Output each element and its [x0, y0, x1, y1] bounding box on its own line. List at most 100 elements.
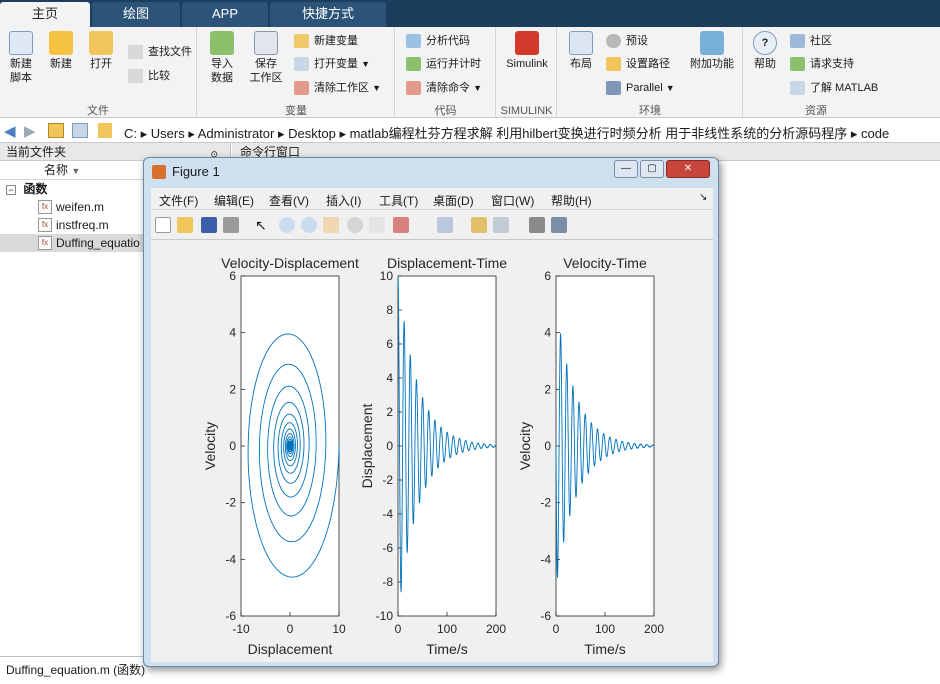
parallel-label: Parallel	[626, 82, 663, 94]
find-files-button[interactable]: 查找文件	[128, 43, 192, 61]
zoom-out-icon[interactable]	[301, 217, 317, 233]
menu-file[interactable]: 文件(F)	[159, 192, 198, 209]
breadcrumb-users[interactable]: Users	[151, 126, 185, 141]
breadcrumb[interactable]: C: ▸ Users ▸ Administrator ▸ Desktop ▸ m…	[124, 123, 889, 142]
analyze-code-button[interactable]: 分析代码	[406, 32, 470, 50]
breadcrumb-code[interactable]: code	[861, 126, 889, 141]
menu-edit[interactable]: 编辑(E)	[214, 192, 254, 209]
y-tick-label: -2	[225, 496, 236, 510]
pointer-icon[interactable]: ↖	[255, 217, 271, 233]
x-tick-label: 0	[553, 622, 560, 636]
menu-desktop[interactable]: 桌面(D)	[433, 192, 474, 209]
run-and-time-button[interactable]: 运行并计时	[406, 55, 481, 73]
preferences-button[interactable]: 预设	[606, 32, 648, 50]
x-tick-label: 100	[437, 622, 457, 636]
x-tick-label: 100	[595, 622, 615, 636]
menu-insert[interactable]: 插入(I)	[326, 192, 361, 209]
minimize-icon[interactable]: —	[614, 160, 638, 178]
layout-button[interactable]: 布局	[564, 31, 598, 71]
new-script-icon	[9, 31, 33, 55]
learn-matlab-button[interactable]: 了解 MATLAB	[790, 79, 878, 97]
function-file-icon: fx	[38, 218, 52, 232]
new-figure-icon[interactable]	[155, 217, 171, 233]
parallel-button[interactable]: Parallel ▼	[606, 79, 675, 97]
y-tick-label: 6	[544, 269, 551, 283]
tab-plots[interactable]: 绘图	[92, 2, 180, 27]
dock-arrow-icon[interactable]: ↘	[699, 192, 707, 203]
breadcrumb-drive[interactable]: C:	[124, 126, 137, 141]
maximize-icon[interactable]: ▢	[640, 160, 664, 178]
set-path-button[interactable]: 设置路径	[606, 55, 670, 73]
new-script-button[interactable]: 新建 脚本	[4, 31, 38, 85]
run-and-time-label: 运行并计时	[426, 58, 481, 70]
breadcrumb-separator-icon: ▸	[850, 126, 861, 141]
new-variable-button[interactable]: 新建变量	[294, 32, 358, 50]
resources-group: ? 帮助 社区 请求支持 了解 MATLAB 资源	[744, 27, 888, 118]
variable-group: 导入 数据 保存 工作区 新建变量 打开变量 ▼ 清除工作区 ▼ 变量	[198, 27, 395, 118]
forward-arrow-icon[interactable]: ▶	[24, 122, 36, 140]
import-data-button[interactable]: 导入 数据	[205, 31, 239, 85]
breadcrumb-desktop[interactable]: Desktop	[288, 126, 336, 141]
show-plot-tools-icon[interactable]	[551, 217, 567, 233]
compare-icon	[128, 69, 143, 83]
link-plot-icon[interactable]	[437, 217, 453, 233]
simulink-button[interactable]: Simulink	[500, 31, 554, 71]
clear-commands-button[interactable]: 清除命令 ▼	[406, 79, 482, 97]
save-icon[interactable]	[201, 217, 217, 233]
clear-workspace-button[interactable]: 清除工作区 ▼	[294, 79, 381, 97]
help-button[interactable]: ? 帮助	[748, 31, 782, 71]
chevron-down-icon[interactable]: ▼	[473, 83, 482, 93]
breadcrumb-administrator[interactable]: Administrator	[198, 126, 275, 141]
save-workspace-button[interactable]: 保存 工作区	[246, 31, 286, 85]
addons-cubes-icon	[700, 31, 724, 55]
breadcrumb-project[interactable]: matlab编程杜芬方程求解 利用hilbert变换进行时频分析 用于非线性系统…	[350, 126, 848, 141]
simulink-group-label: SIMULINK	[500, 105, 553, 117]
file-name: Duffing_equatio	[56, 236, 140, 250]
browse-folder-icon[interactable]	[72, 123, 88, 138]
hide-plot-tools-icon[interactable]	[529, 217, 545, 233]
layout-icon	[569, 31, 593, 55]
pan-hand-icon[interactable]	[323, 217, 339, 233]
clear-workspace-icon	[294, 81, 309, 95]
rotate-icon[interactable]	[347, 217, 363, 233]
y-tick-label: 0	[386, 439, 393, 453]
collapse-icon[interactable]: −	[6, 185, 16, 195]
matlab-logo-icon	[152, 165, 166, 179]
colorbar-icon[interactable]	[471, 217, 487, 233]
print-icon[interactable]	[223, 217, 239, 233]
tab-home[interactable]: 主页	[0, 2, 90, 27]
data-cursor-icon[interactable]	[369, 217, 385, 233]
clear-commands-icon	[406, 81, 421, 95]
open-button[interactable]: 打开	[84, 31, 118, 71]
open-label: 打开	[90, 58, 112, 70]
compare-button[interactable]: 比较	[128, 67, 170, 85]
close-icon[interactable]: ✕	[666, 160, 710, 178]
community-button[interactable]: 社区	[790, 32, 832, 50]
menu-window[interactable]: 窗口(W)	[491, 192, 534, 209]
up-folder-icon[interactable]	[48, 123, 64, 138]
variable-group-label: 变量	[285, 105, 307, 117]
plots-svg: -6-4-20246-10 0 10Velocity-DisplacementDis…	[202, 255, 664, 657]
figure-toolbar: ↖	[151, 210, 713, 240]
request-support-button[interactable]: 请求支持	[790, 55, 854, 73]
legend-icon[interactable]	[493, 217, 509, 233]
back-arrow-icon[interactable]: ◀	[4, 122, 16, 140]
open-variable-label: 打开变量	[314, 58, 358, 70]
chevron-down-icon[interactable]: ▼	[361, 59, 370, 69]
chevron-down-icon[interactable]: ▼	[666, 83, 675, 93]
chevron-down-icon[interactable]: ▼	[372, 83, 381, 93]
tab-shortcuts[interactable]: 快捷方式	[270, 2, 386, 27]
figure-titlebar[interactable]: Figure 1 — ▢ ✕	[144, 158, 718, 186]
y-tick-label: -8	[382, 575, 393, 589]
open-variable-button[interactable]: 打开变量 ▼	[294, 55, 370, 73]
zoom-in-icon[interactable]	[279, 217, 295, 233]
open-file-icon[interactable]	[177, 217, 193, 233]
addons-button[interactable]: 附加功能	[690, 31, 734, 71]
menu-view[interactable]: 查看(V)	[269, 192, 309, 209]
y-tick-label: -10	[376, 609, 394, 623]
tab-apps[interactable]: APP	[182, 2, 268, 27]
menu-tools[interactable]: 工具(T)	[379, 192, 418, 209]
menu-help[interactable]: 帮助(H)	[551, 192, 592, 209]
new-button[interactable]: 新建	[44, 31, 78, 71]
brush-icon[interactable]	[393, 217, 409, 233]
